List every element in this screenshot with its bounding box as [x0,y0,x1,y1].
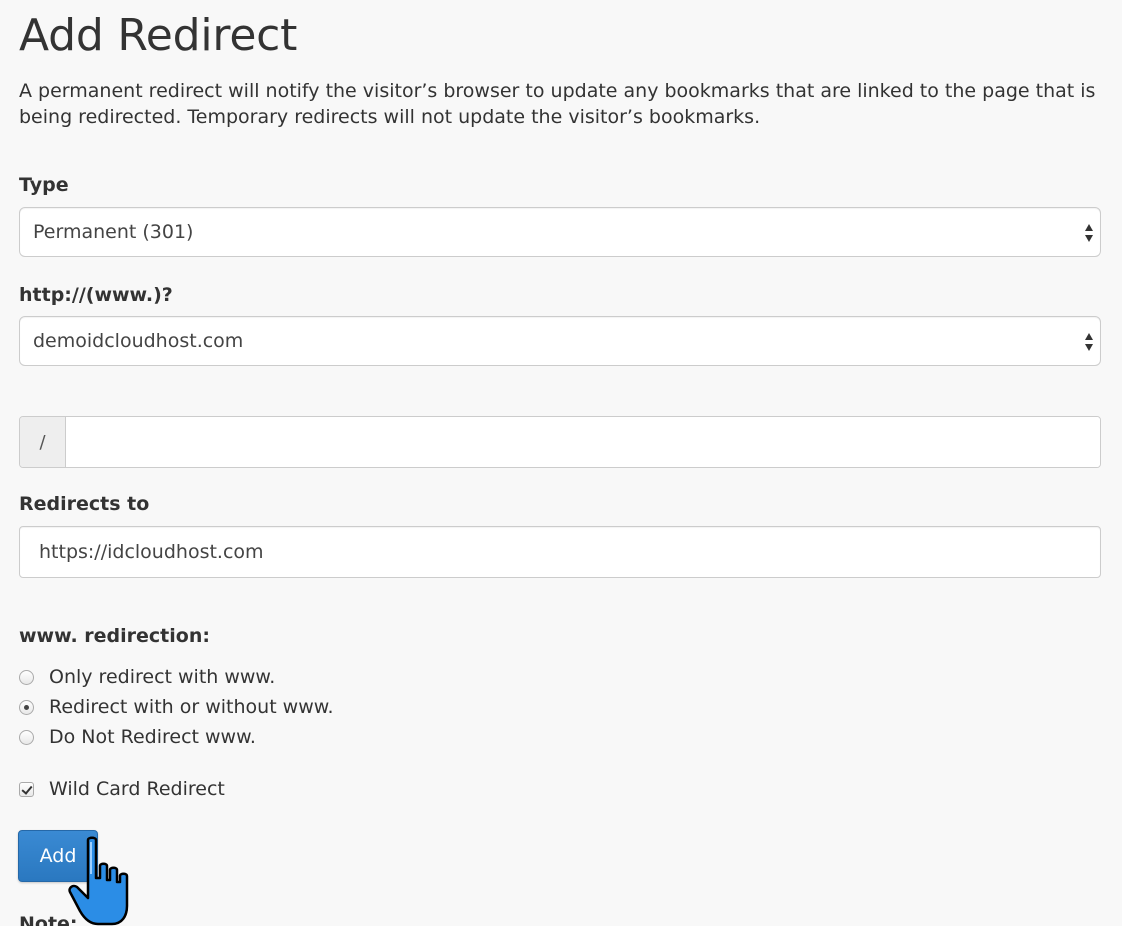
add-button[interactable]: Add [18,830,98,882]
radio-with-or-without-www[interactable]: Redirect with or without www. [19,696,334,718]
type-label: Type [19,174,69,196]
type-select-value: Permanent (301) [33,221,194,243]
domain-select-value: demoidcloudhost.com [33,330,244,352]
radio-label: Only redirect with www. [49,666,276,688]
wildcard-label: Wild Card Redirect [49,778,225,800]
radio-label: Redirect with or without www. [49,696,334,718]
redirects-to-input[interactable] [19,526,1101,578]
page-description: A permanent redirect will notify the vis… [19,80,1096,128]
radio-do-not-redirect-www[interactable]: Do Not Redirect www. [19,726,256,748]
wildcard-redirect-checkbox-row[interactable]: Wild Card Redirect [19,778,225,800]
redirects-to-label: Redirects to [19,493,150,515]
notes-heading-fragment: Note: [19,913,78,926]
www-redirection-label: www. redirection: [19,625,210,647]
radio-button[interactable] [19,729,34,745]
updown-arrows-icon [1085,224,1093,242]
updown-arrows-icon [1085,333,1093,351]
radio-button[interactable] [19,669,34,685]
wildcard-checkbox[interactable] [19,781,34,797]
path-input-group: / [19,416,1101,468]
path-input[interactable] [66,417,1100,467]
page-title: Add Redirect [19,10,298,61]
add-redirect-page: Add Redirect A permanent redirect will n… [0,0,1122,926]
path-prefix: / [20,417,66,467]
domain-select[interactable]: demoidcloudhost.com [19,316,1101,366]
radio-label: Do Not Redirect www. [49,726,256,748]
radio-button[interactable] [19,699,34,715]
type-select[interactable]: Permanent (301) [19,207,1101,257]
radio-only-www[interactable]: Only redirect with www. [19,666,275,688]
domain-label: http://(www.)? [19,284,173,306]
